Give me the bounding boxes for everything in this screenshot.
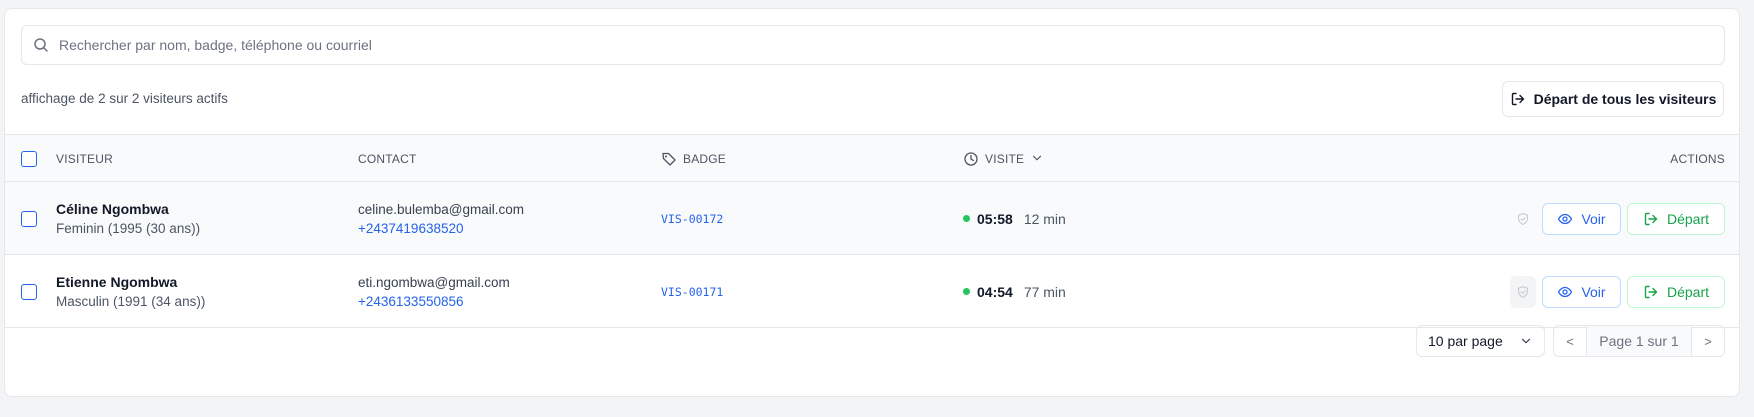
view-button[interactable]: Voir [1542,275,1621,308]
visitor-email: celine.bulemba@gmail.com [358,201,525,217]
badge-code: VIS-00172 [661,211,724,226]
chevron-down-icon [1030,151,1046,167]
table-row[interactable]: Céline Ngombwa Feminin (1995 (30 ans)) c… [5,182,1739,255]
header-visit-label: VISITE [985,152,1025,166]
pagination-footer: 10 par page < Page 1 sur 1 > [5,315,1739,375]
visitor-count-text: affichage de 2 sur 2 visiteurs actifs [21,91,228,106]
search-icon [33,37,49,53]
visitors-table: VISITEUR CONTACT BADGE VISITE ACTIONS Cé… [5,134,1739,328]
view-button-label: Voir [1581,283,1606,300]
depart-button[interactable]: Départ [1627,202,1725,235]
chevron-down-icon [1519,334,1533,348]
visit-time: 04:54 [977,283,1013,300]
view-button[interactable]: Voir [1542,202,1621,235]
tag-icon [661,151,677,167]
visitor-name: Céline Ngombwa [56,201,169,217]
logout-icon [1643,284,1659,300]
eye-icon [1557,284,1573,300]
header-badge-label: BADGE [683,152,727,166]
header-badge[interactable]: BADGE [661,135,726,183]
visit-duration: 77 min [1023,283,1066,300]
logout-icon [1643,211,1659,227]
prev-page-button[interactable]: < [1554,326,1586,356]
visitor-email: eti.ngombwa@gmail.com [358,274,510,290]
visitor-details: Feminin (1995 (30 ans)) [56,221,201,236]
page-indicator: Page 1 sur 1 [1586,326,1692,356]
shield-icon[interactable] [1510,203,1536,235]
logout-icon [1510,91,1526,107]
active-visitors-card: affichage de 2 sur 2 visiteurs actifs Dé… [4,8,1740,397]
checkout-all-button[interactable]: Départ de tous les visiteurs [1502,81,1724,117]
table-header: VISITEUR CONTACT BADGE VISITE ACTIONS [5,134,1739,183]
header-visit[interactable]: VISITE [963,135,1046,183]
clock-icon [963,151,979,167]
visitor-phone[interactable]: +2436133550856 [358,294,510,309]
visit-time: 05:58 [977,210,1013,227]
search-bar[interactable] [21,25,1725,65]
view-button-label: Voir [1581,210,1606,227]
visitor-name: Etienne Ngombwa [56,274,178,290]
checkout-all-label: Départ de tous les visiteurs [1533,91,1717,107]
header-contact[interactable]: CONTACT [358,135,417,183]
header-visitor[interactable]: VISITEUR [56,135,113,183]
visit-duration: 12 min [1023,210,1066,227]
depart-button[interactable]: Départ [1627,275,1725,308]
per-page-select[interactable]: 10 par page [1416,325,1545,357]
depart-button-label: Départ [1666,283,1710,300]
status-dot [963,215,970,222]
visitor-phone[interactable]: +2437419638520 [358,221,524,236]
search-input[interactable] [59,26,1724,64]
row-checkbox[interactable] [21,210,37,227]
next-page-button[interactable]: > [1692,326,1724,356]
badge-code: VIS-00171 [661,284,724,299]
depart-button-label: Départ [1666,210,1710,227]
select-all-checkbox[interactable] [21,151,37,167]
header-actions: ACTIONS [1670,152,1725,166]
eye-icon [1557,211,1573,227]
row-checkbox[interactable] [21,283,37,300]
pager: < Page 1 sur 1 > [1553,325,1725,357]
visitor-details: Masculin (1991 (34 ans)) [56,294,206,309]
shield-icon[interactable] [1510,275,1536,308]
status-dot [963,288,970,295]
per-page-value: 10 par page [1428,333,1503,349]
